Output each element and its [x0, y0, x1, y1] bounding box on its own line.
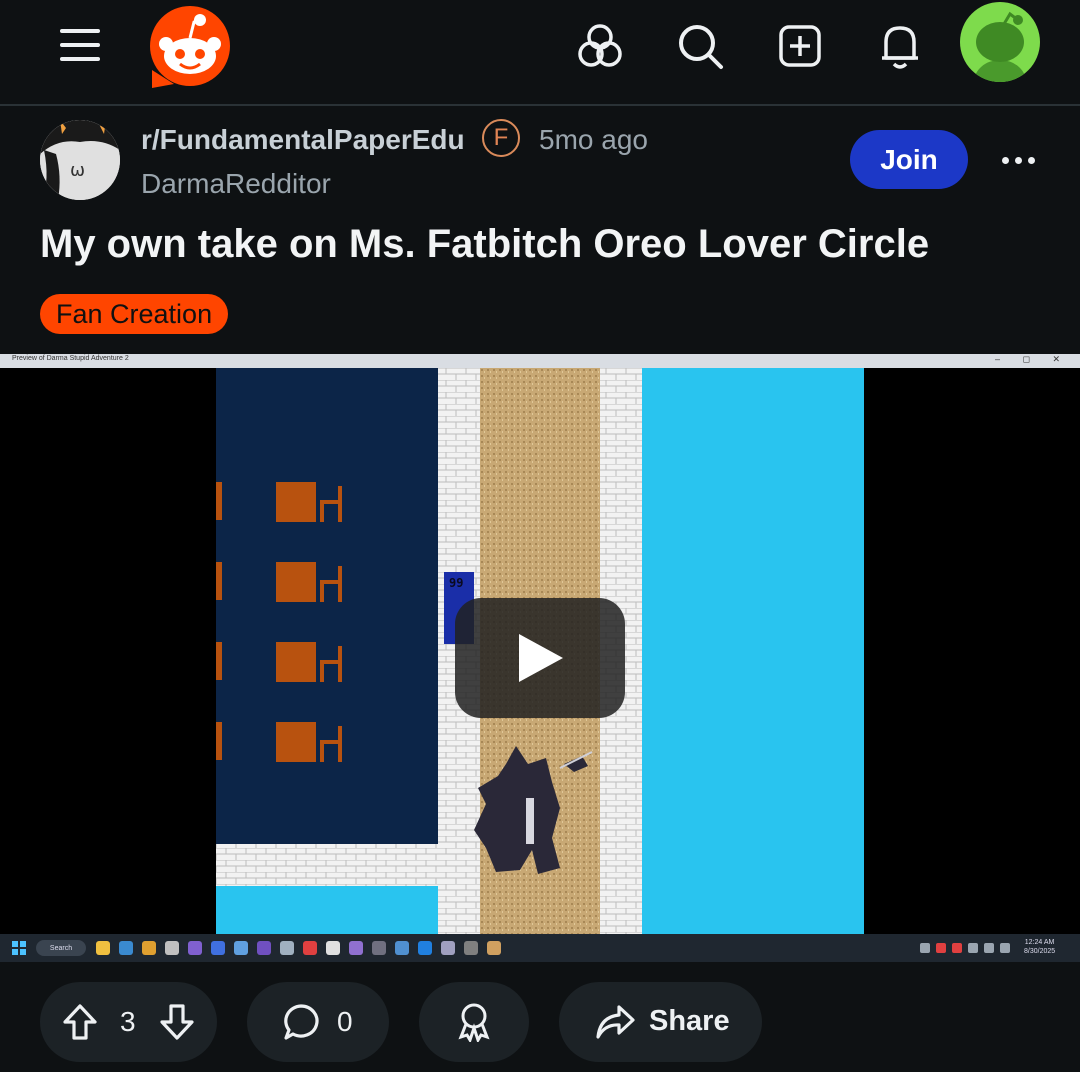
- subreddit-flair-badge: F: [482, 119, 520, 157]
- vote-count: 3: [120, 1006, 136, 1037]
- join-button[interactable]: Join: [850, 130, 968, 189]
- post-action-bar: 3 0 Share: [0, 962, 1080, 1072]
- notifications-bell-icon[interactable]: [870, 18, 930, 74]
- comment-icon: [281, 1002, 321, 1042]
- explore-icon[interactable]: [570, 18, 630, 74]
- award-icon: [455, 1002, 493, 1042]
- svg-text:ω: ω: [70, 160, 85, 181]
- door-number: 99: [449, 576, 463, 590]
- play-icon: [519, 634, 563, 682]
- post-header: ω r/FundamentalPaperEdu F 5mo ago DarmaR…: [0, 106, 1080, 354]
- play-button[interactable]: [455, 598, 625, 718]
- taskbar-app-icons: [96, 941, 501, 955]
- upvote-icon[interactable]: [60, 1002, 100, 1042]
- menu-icon[interactable]: [50, 18, 110, 72]
- share-button[interactable]: Share: [559, 982, 762, 1062]
- window-title: Preview of Darma Stupid Adventure 2: [12, 355, 129, 362]
- subreddit-name[interactable]: r/FundamentalPaperEdu: [141, 124, 465, 156]
- create-post-icon[interactable]: [770, 18, 830, 74]
- post-author[interactable]: DarmaRedditor: [141, 168, 331, 200]
- share-icon: [593, 1002, 637, 1042]
- reddit-logo[interactable]: [148, 4, 232, 88]
- downvote-icon[interactable]: [157, 1002, 197, 1042]
- post-flair-tag[interactable]: Fan Creation: [40, 294, 229, 334]
- user-avatar[interactable]: [960, 2, 1040, 82]
- window-controls: – ◻ ✕: [994, 354, 1070, 364]
- comments-button[interactable]: 0: [247, 982, 389, 1062]
- taskbar-clock: 12:24 AM 8/30/2025: [1024, 939, 1056, 955]
- windows-taskbar: Search 12:24 AM 8/30/2025: [0, 934, 1080, 962]
- more-options-icon[interactable]: [995, 140, 1041, 180]
- share-label: Share: [649, 1005, 730, 1037]
- taskbar-search: Search: [36, 940, 86, 956]
- post-title[interactable]: My own take on Ms. Fatbitch Oreo Lover C…: [40, 222, 929, 267]
- award-button[interactable]: [419, 982, 529, 1062]
- subreddit-avatar[interactable]: ω: [40, 120, 120, 200]
- comment-count: 0: [337, 1006, 353, 1037]
- post-time: 5mo ago: [539, 124, 648, 155]
- system-tray: [920, 943, 1010, 953]
- windows-start-icon: [12, 941, 26, 955]
- vote-pill: 3: [40, 982, 217, 1062]
- video-player[interactable]: Preview of Darma Stupid Adventure 2 – ◻ …: [0, 354, 1080, 962]
- search-icon[interactable]: [670, 18, 730, 74]
- top-bar: [0, 0, 1080, 106]
- window-title-bar: Preview of Darma Stupid Adventure 2 – ◻ …: [0, 354, 1080, 368]
